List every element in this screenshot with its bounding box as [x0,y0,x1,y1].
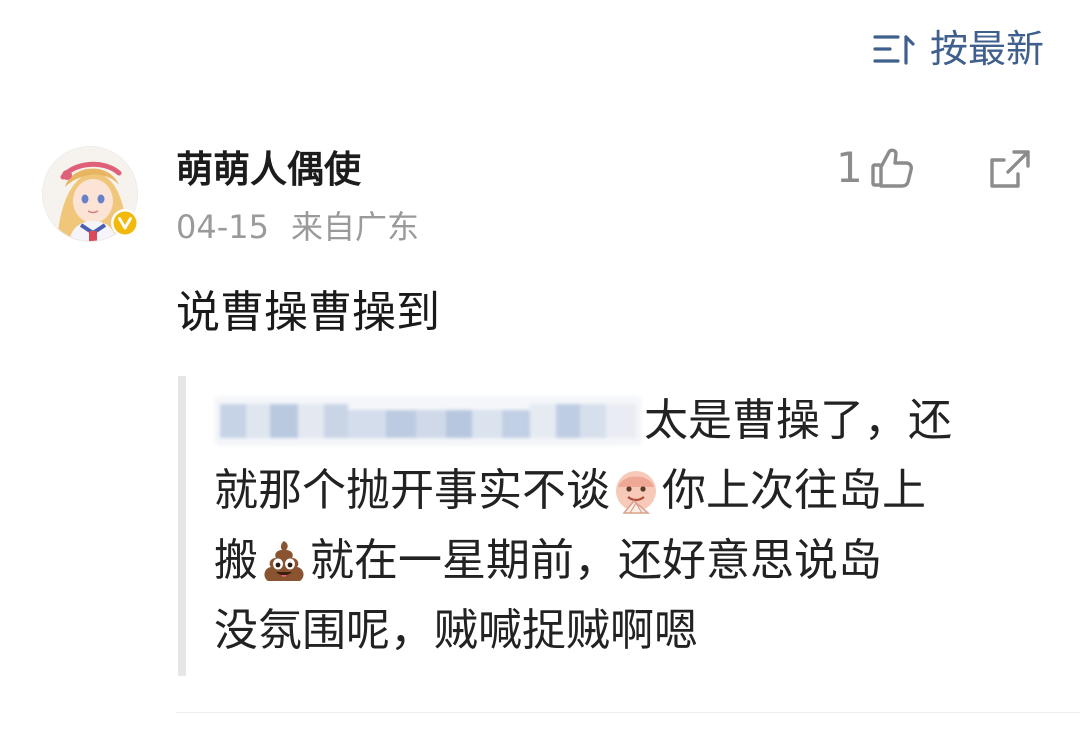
divider [176,712,1080,713]
quote-line-3a: 搬 [214,535,258,586]
fan-face-emoji-icon [616,471,656,514]
quote-line: 搬 就在一星期前，还好意思说岛 [214,526,1024,596]
comment-text: 说曹操曹操到 [176,287,440,338]
comment-date: 04-15 [176,208,269,246]
quote-body: 太是曹操了，还 就那个抛开事实不谈 你上次往岛上 搬 就在一星期前，还好意思说岛… [214,386,1024,666]
like-count: 1 [836,143,863,192]
comment-location: 来自广东 [290,208,419,246]
redacted-username [214,396,642,446]
quote-bar [178,376,186,676]
sort-toggle[interactable]: 按最新 [872,22,1044,76]
like-button[interactable]: 1 [836,142,915,194]
quote-line-4: 没氛围呢，贼喊捉贼啊嗯 [214,605,698,656]
quote-line-1: 太是曹操了，还 [644,395,952,446]
share-icon [990,150,1030,188]
quote-line: 就那个抛开事实不谈 你上次往岛上 [214,456,1024,526]
quote-line-3b: 就在一星期前，还好意思说岛 [310,535,882,586]
poop-emoji-icon [264,541,304,581]
comment-screen: 按最新 萌萌人偶使 04-15 来自广东 1 说曹操曹操到 太是曹操了，还 就那… [0,0,1080,732]
quote-line: 太是曹操了，还 [214,386,1024,456]
comment-meta: 04-15 来自广东 [176,204,419,250]
quote-line-2a: 就那个抛开事实不谈 [214,465,610,516]
quote-line: 没氛围呢，贼喊捉贼啊嗯 [214,596,1024,666]
sort-icon [873,35,915,65]
avatar[interactable] [42,146,139,242]
quote-line-2b: 你上次往岛上 [662,465,926,516]
verified-badge-icon [111,209,139,237]
thumbs-up-icon [871,148,913,188]
quoted-comment[interactable]: 太是曹操了，还 就那个抛开事实不谈 你上次往岛上 搬 就在一星期前，还好意思说岛… [178,376,1038,676]
author-name[interactable]: 萌萌人偶使 [176,144,361,196]
sort-label: 按最新 [929,27,1044,71]
share-button[interactable] [988,148,1032,194]
